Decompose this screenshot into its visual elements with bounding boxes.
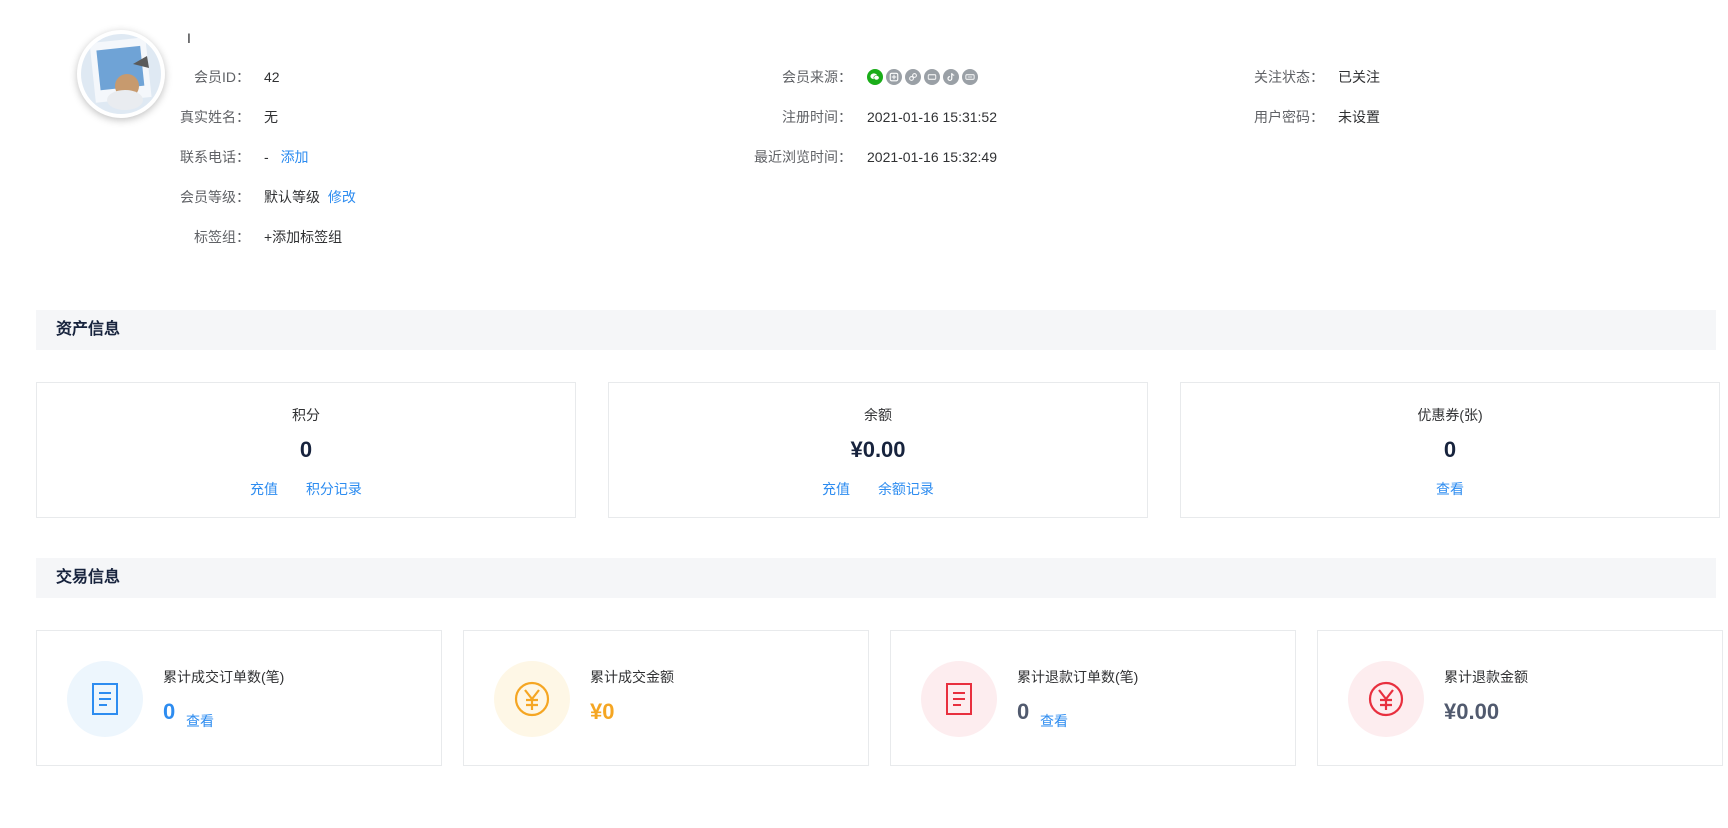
refund-amount-icon-bg [1348,661,1424,737]
password-label: 用户密码： [1254,109,1324,125]
amount-icon-bg [494,661,570,737]
member-nickname: I [187,30,191,46]
coupons-label: 优惠券(张) [1417,407,1483,423]
trade-section-title: 交易信息 [36,558,1716,598]
level-label: 会员等级： [180,189,250,205]
browse-row: 最近浏览时间： 2021-01-16 15:32:49 [0,146,1100,186]
coupons-view-link[interactable]: 查看 [1436,481,1464,497]
refund-orders-value: 0 [1017,699,1030,724]
refund-amount-card: 累计退款金额 ¥0.00 [1317,630,1723,766]
points-recharge-link[interactable]: 充值 [250,481,278,497]
level-row: 会员等级： 默认等级 修改 [0,186,356,226]
browse-label: 最近浏览时间： [754,149,852,165]
browse-time: 2021-01-16 15:32:49 [867,149,997,165]
add-tag-group-link[interactable]: +添加标签组 [264,226,342,248]
assets-section-title: 资产信息 [36,310,1716,350]
info-column-status: 关注状态： 已关注 用户密码： 未设置 [0,66,1400,146]
refund-orders-label: 累计退款订单数(笔) [1017,669,1139,685]
points-card: 积分 0 充值 积分记录 [36,382,576,518]
orders-value: 0 [163,699,176,724]
follow-label: 关注状态： [1254,69,1324,85]
balance-record-link[interactable]: 余额记录 [878,481,934,497]
amount-value: ¥0 [590,699,615,724]
tags-row: 标签组： +添加标签组 [0,226,342,266]
refund-amount-label: 累计退款金额 [1444,669,1528,685]
order-document-icon [92,683,118,715]
password-status: 未设置 [1338,109,1380,125]
refund-orders-card: 累计退款订单数(笔) 0 查看 [890,630,1296,766]
balance-recharge-link[interactable]: 充值 [822,481,850,497]
edit-level-link[interactable]: 修改 [328,189,356,205]
password-row: 用户密码： 未设置 [0,106,1400,146]
coupons-value: 0 [1443,437,1457,462]
points-record-link[interactable]: 积分记录 [306,481,362,497]
refund-document-icon [946,683,972,715]
member-profile: I 会员ID： 42 真实姓名： 无 联系电话： - 添加 会员等级： 默认等级… [0,0,1728,280]
refund-yuan-icon [1368,681,1404,717]
refund-orders-icon-bg [921,661,997,737]
level-value: 默认等级 [264,189,320,205]
amount-label: 累计成交金额 [590,669,674,685]
points-value: 0 [299,437,313,462]
amount-card: 累计成交金额 ¥0 [463,630,869,766]
orders-card: 累计成交订单数(笔) 0 查看 [36,630,442,766]
refund-orders-view-link[interactable]: 查看 [1040,711,1068,731]
coupons-card: 优惠券(张) 0 查看 [1180,382,1720,518]
balance-label: 余额 [864,407,892,423]
orders-label: 累计成交订单数(笔) [163,669,285,685]
balance-card: 余额 ¥0.00 充值 余额记录 [608,382,1148,518]
refund-amount-value: ¥0.00 [1444,699,1500,724]
follow-status: 已关注 [1338,69,1380,85]
orders-view-link[interactable]: 查看 [186,711,214,731]
balance-value: ¥0.00 [850,437,906,462]
orders-icon-bg [67,661,143,737]
tags-label: 标签组： [194,229,250,245]
follow-row: 关注状态： 已关注 [0,66,1400,106]
points-label: 积分 [292,407,320,423]
yuan-coin-icon [514,681,550,717]
